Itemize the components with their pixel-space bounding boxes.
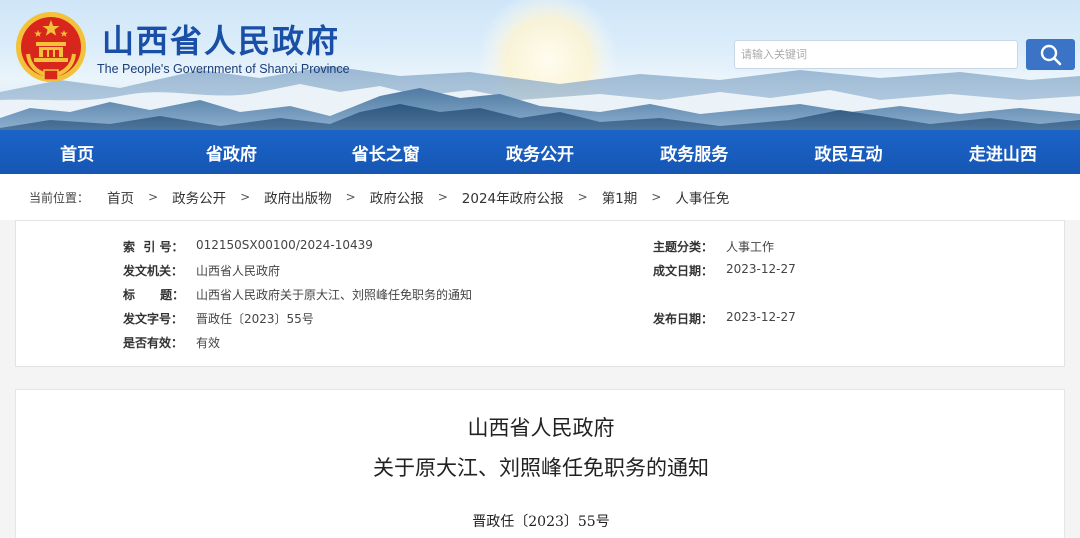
breadcrumb-separator: >	[651, 190, 662, 204]
meta-title-value: 山西省人民政府关于原大江、刘照峰任免职务的通知	[196, 288, 473, 302]
breadcrumb: 当前位置： 首页 > 政务公开 > 政府出版物 > 政府公报 > 2024年政府…	[0, 174, 1080, 220]
meta-row-valid: 是否有效： 有效	[123, 334, 220, 351]
meta-title-label: 标 题：	[123, 288, 185, 302]
national-emblem-icon	[16, 12, 86, 82]
meta-row-issuer: 发文机关： 山西省人民政府	[123, 262, 280, 279]
meta-created-value: 2023-12-27	[726, 262, 796, 276]
breadcrumb-separator: >	[437, 190, 448, 204]
search-button[interactable]	[1026, 39, 1075, 70]
search-input[interactable]	[734, 40, 1018, 69]
meta-row-index: 索 引 号： 012150SX00100/2024-10439	[123, 238, 373, 255]
nav-item-home[interactable]: 首页	[0, 130, 154, 174]
site-subtitle: The People's Government of Shanxi Provin…	[97, 62, 350, 76]
breadcrumb-gov-gazette[interactable]: 政府公报	[370, 187, 424, 207]
meta-row-category: 主题分类： 人事工作	[653, 238, 774, 255]
nav-item-interaction[interactable]: 政民互动	[771, 130, 925, 174]
meta-category-value: 人事工作	[726, 240, 775, 254]
nav-item-provincial-gov[interactable]: 省政府	[154, 130, 308, 174]
nav-item-about-shanxi[interactable]: 走进山西	[926, 130, 1080, 174]
document-title-issuer: 山西省人民政府	[467, 416, 615, 440]
meta-valid-value: 有效	[196, 336, 221, 350]
breadcrumb-gazette-2024[interactable]: 2024年政府公报	[462, 187, 564, 207]
breadcrumb-lead: 当前位置：	[29, 190, 90, 205]
breadcrumb-separator: >	[240, 190, 251, 204]
site-title: 山西省人民政府	[102, 22, 341, 60]
breadcrumb-separator: >	[345, 190, 356, 204]
main-nav: 首页 省政府 省长之窗 政务公开 政务服务 政民互动 走进山西	[0, 130, 1080, 174]
breadcrumb-gov-publications[interactable]: 政府出版物	[264, 187, 332, 207]
meta-row-docno: 发文字号： 晋政任〔2023〕55号	[123, 310, 314, 327]
meta-published-label: 发布日期：	[653, 312, 714, 326]
meta-created-label: 成文日期：	[653, 264, 714, 278]
meta-valid-label: 是否有效：	[123, 336, 184, 350]
meta-issuer-label: 发文机关：	[123, 264, 184, 278]
breadcrumb-separator: >	[148, 190, 159, 204]
meta-docno-label: 发文字号：	[123, 312, 184, 326]
document-number: 晋政任〔2023〕55号	[472, 514, 610, 530]
nav-item-gov-affairs-open[interactable]: 政务公开	[463, 130, 617, 174]
breadcrumb-gov-affairs-open[interactable]: 政务公开	[172, 187, 226, 207]
meta-row-published: 发布日期： 2023-12-27	[653, 310, 796, 327]
meta-issuer-value: 山西省人民政府	[196, 264, 281, 278]
document-body: 山西省人民政府 关于原大江、刘照峰任免职务的通知 晋政任〔2023〕55号	[15, 389, 1065, 538]
document-title-subject: 关于原大江、刘照峰任免职务的通知	[373, 456, 709, 480]
document-metadata-box: 索 引 号： 012150SX00100/2024-10439 主题分类： 人事…	[15, 220, 1065, 367]
meta-row-title: 标 题： 山西省人民政府关于原大江、刘照峰任免职务的通知	[123, 286, 472, 303]
magnifier-icon	[1040, 44, 1061, 65]
breadcrumb-home[interactable]: 首页	[107, 187, 134, 207]
meta-published-value: 2023-12-27	[726, 310, 796, 324]
breadcrumb-issue-1[interactable]: 第1期	[602, 187, 638, 207]
meta-category-label: 主题分类：	[653, 240, 714, 254]
header-banner: 山西省人民政府 The People's Government of Shanx…	[0, 0, 1080, 130]
nav-item-governor-window[interactable]: 省长之窗	[309, 130, 463, 174]
meta-row-created: 成文日期： 2023-12-27	[653, 262, 796, 279]
meta-index-value: 012150SX00100/2024-10439	[196, 238, 373, 252]
breadcrumb-separator: >	[577, 190, 588, 204]
meta-index-label: 索 引 号：	[123, 240, 184, 254]
meta-docno-value: 晋政任〔2023〕55号	[196, 312, 314, 326]
nav-item-gov-services[interactable]: 政务服务	[617, 130, 771, 174]
breadcrumb-personnel[interactable]: 人事任免	[675, 187, 729, 207]
